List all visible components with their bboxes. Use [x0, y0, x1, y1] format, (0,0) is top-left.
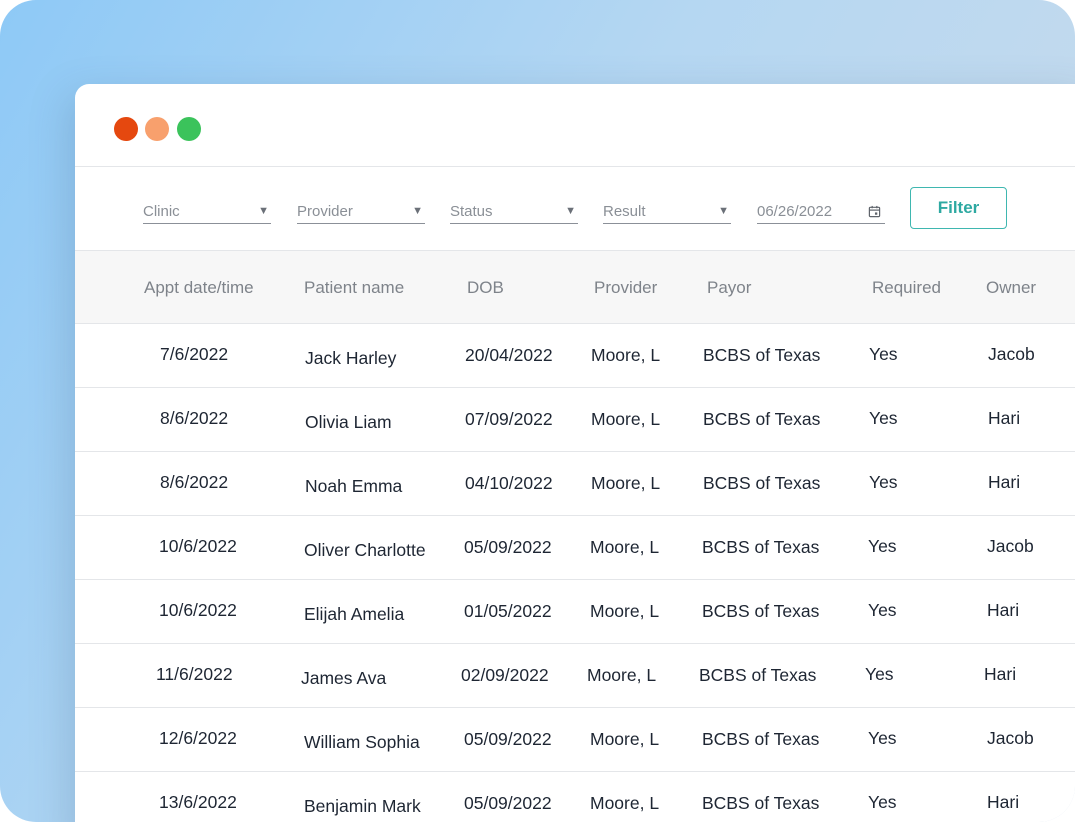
provider-cell: Moore, L: [590, 729, 660, 749]
dob-cell: 20/04/2022: [465, 345, 553, 365]
patient-name-cell: Benjamin Mark: [304, 796, 421, 816]
close-window-button[interactable]: [114, 117, 138, 141]
provider-select-label: Provider: [297, 202, 353, 220]
payor-cell: BCBS of Texas: [703, 409, 821, 429]
table-row[interactable]: 12/6/2022 William Sophia 05/09/2022 Moore, …: [75, 708, 1075, 772]
provider-cell: Moore, L: [591, 473, 661, 493]
status-select-label: Status: [450, 202, 493, 220]
appt-date-cell: 7/6/2022: [160, 344, 229, 364]
required-cell: Yes: [868, 792, 897, 812]
filter-button[interactable]: Filter: [910, 187, 1007, 229]
payor-cell: BCBS of Texas: [702, 729, 820, 749]
table-row[interactable]: 7/6/2022 Jack Harley 20/04/2022 Moore, L BCB…: [75, 324, 1075, 388]
chevron-down-icon: ▼: [258, 205, 269, 217]
app-window: Clinic ▼ Provider ▼ Status ▼ Result ▼ 06…: [75, 84, 1075, 822]
result-select-label: Result: [603, 202, 646, 220]
owner-cell: Jacob: [988, 344, 1035, 364]
table-row[interactable]: 11/6/2022 James Ava 02/09/2022 Moore, L BCBS…: [75, 644, 1075, 708]
patient-name-cell: William Sophia: [304, 732, 420, 752]
provider-select[interactable]: Provider ▼: [297, 199, 425, 224]
provider-cell: Moore, L: [590, 601, 660, 621]
table-row[interactable]: 8/6/2022 Olivia Liam 07/09/2022 Moore, L BCB…: [75, 388, 1075, 452]
provider-cell: Moore, L: [590, 793, 660, 813]
appt-date-cell: 12/6/2022: [159, 728, 237, 748]
required-cell: Yes: [865, 664, 894, 684]
patient-name-cell: Olivia Liam: [305, 412, 392, 432]
calendar-icon[interactable]: [868, 205, 881, 218]
date-input[interactable]: 06/26/2022: [757, 199, 885, 224]
required-cell: Yes: [868, 536, 897, 556]
table-row[interactable]: 13/6/2022 Benjamin Mark 05/09/2022 Moore, L…: [75, 772, 1075, 822]
dob-cell: 02/09/2022: [461, 665, 549, 685]
clinic-select[interactable]: Clinic ▼: [143, 199, 271, 224]
payor-cell: BCBS of Texas: [699, 665, 817, 685]
required-cell: Yes: [868, 600, 897, 620]
owner-cell: Hari: [988, 408, 1021, 428]
table-row[interactable]: 10/6/2022 Oliver Charlotte 05/09/2022 Moore…: [75, 516, 1075, 580]
owner-cell: Hari: [987, 600, 1020, 620]
clinic-select-label: Clinic: [143, 202, 180, 220]
table-header: Appt date/time Patient name DOB Provider…: [75, 251, 1075, 324]
date-input-value: 06/26/2022: [757, 202, 833, 220]
background: Clinic ▼ Provider ▼ Status ▼ Result ▼ 06…: [0, 0, 1075, 822]
appt-date-cell: 8/6/2022: [160, 472, 229, 492]
column-header-provider[interactable]: Provider: [594, 278, 657, 298]
column-header-appt-date[interactable]: Appt date/time: [144, 278, 254, 298]
appt-date-cell: 11/6/2022: [156, 664, 233, 684]
appt-date-cell: 10/6/2022: [159, 536, 237, 556]
column-header-dob[interactable]: DOB: [467, 278, 504, 298]
table-row[interactable]: 10/6/2022 Elijah Amelia 01/05/2022 Moore, L…: [75, 580, 1075, 644]
patient-name-cell: Elijah Amelia: [304, 604, 405, 624]
provider-cell: Moore, L: [590, 537, 660, 557]
chevron-down-icon: ▼: [412, 205, 423, 217]
required-cell: Yes: [868, 728, 897, 748]
payor-cell: BCBS of Texas: [702, 601, 820, 621]
minimize-window-button[interactable]: [145, 117, 169, 141]
payor-cell: BCBS of Texas: [702, 537, 820, 557]
dob-cell: 05/09/2022: [464, 793, 552, 813]
column-header-payor[interactable]: Payor: [707, 278, 751, 298]
owner-cell: Hari: [987, 792, 1020, 812]
dob-cell: 05/09/2022: [464, 729, 552, 749]
maximize-window-button[interactable]: [177, 117, 201, 141]
appt-date-cell: 10/6/2022: [159, 600, 237, 620]
column-header-required[interactable]: Required: [872, 278, 941, 298]
owner-cell: Hari: [984, 664, 1017, 684]
chevron-down-icon: ▼: [565, 205, 576, 217]
patient-name-cell: Oliver Charlotte: [304, 540, 426, 560]
patient-name-cell: Jack Harley: [305, 348, 397, 368]
required-cell: Yes: [869, 344, 898, 364]
dob-cell: 04/10/2022: [465, 473, 553, 493]
result-select[interactable]: Result ▼: [603, 199, 731, 224]
dob-cell: 05/09/2022: [464, 537, 552, 557]
appt-date-cell: 8/6/2022: [160, 408, 229, 428]
dob-cell: 01/05/2022: [464, 601, 552, 621]
required-cell: Yes: [869, 472, 898, 492]
title-bar: [75, 84, 1075, 167]
provider-cell: Moore, L: [587, 665, 657, 685]
provider-cell: Moore, L: [591, 409, 661, 429]
owner-cell: Jacob: [987, 536, 1034, 556]
payor-cell: BCBS of Texas: [703, 473, 821, 493]
appt-date-cell: 13/6/2022: [159, 792, 237, 812]
status-select[interactable]: Status ▼: [450, 199, 578, 224]
column-header-patient-name[interactable]: Patient name: [304, 278, 404, 298]
filter-bar: Clinic ▼ Provider ▼ Status ▼ Result ▼ 06…: [75, 167, 1075, 251]
provider-cell: Moore, L: [591, 345, 661, 365]
owner-cell: Hari: [988, 472, 1021, 492]
payor-cell: BCBS of Texas: [703, 345, 821, 365]
chevron-down-icon: ▼: [718, 205, 729, 217]
dob-cell: 07/09/2022: [465, 409, 553, 429]
owner-cell: Jacob: [987, 728, 1034, 748]
patient-name-cell: James Ava: [301, 668, 387, 688]
patient-name-cell: Noah Emma: [305, 476, 403, 496]
payor-cell: BCBS of Texas: [702, 793, 820, 813]
table-row[interactable]: 8/6/2022 Noah Emma 04/10/2022 Moore, L BCBS …: [75, 452, 1075, 516]
table-body: 7/6/2022 Jack Harley 20/04/2022 Moore, L BCB…: [75, 324, 1075, 822]
column-header-owner[interactable]: Owner: [986, 278, 1036, 298]
required-cell: Yes: [869, 408, 898, 428]
